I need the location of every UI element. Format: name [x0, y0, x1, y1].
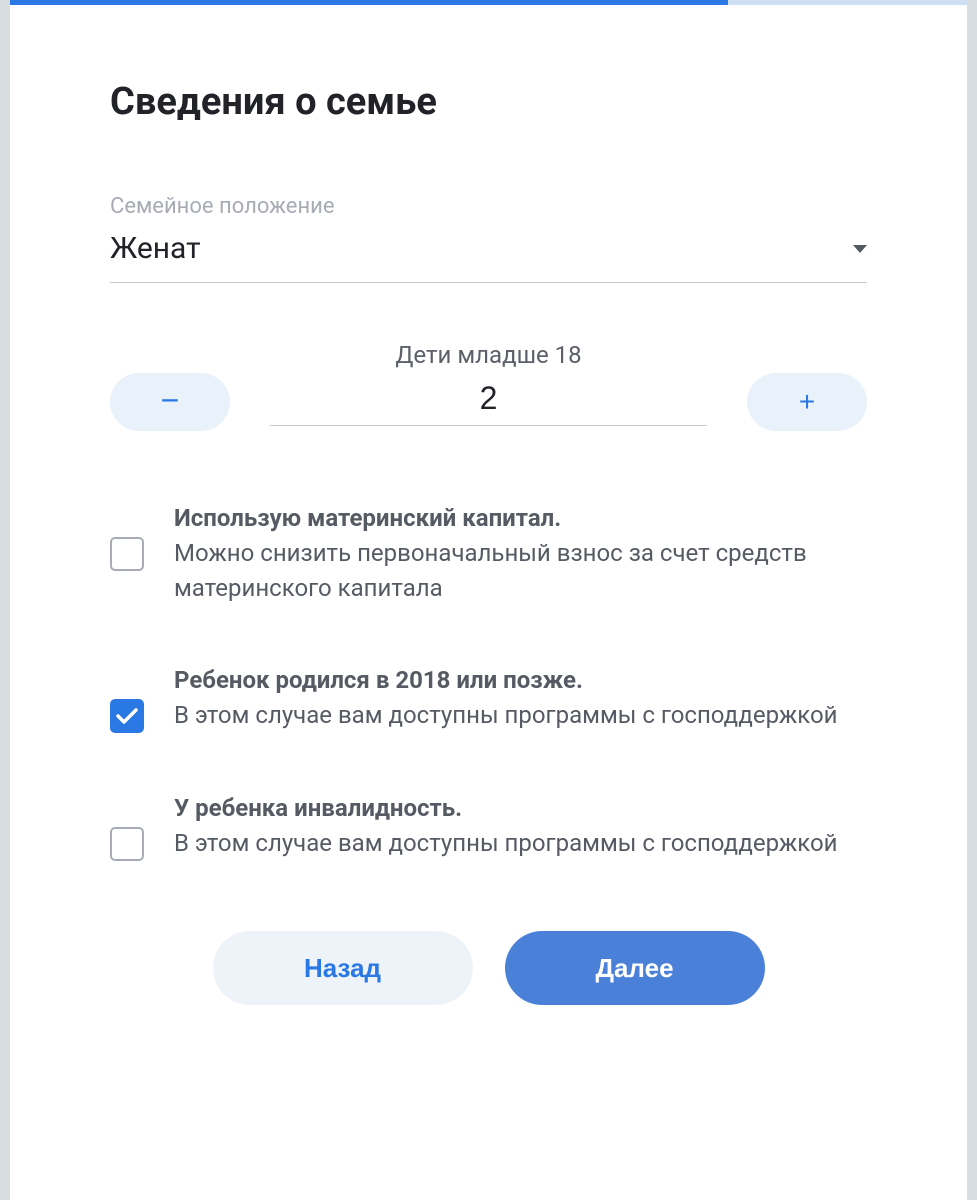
stepper-minus-button[interactable]: −	[110, 373, 230, 431]
form-card: Сведения о семье Семейное положение Жена…	[10, 0, 967, 1200]
form-content: Сведения о семье Семейное положение Жена…	[10, 0, 967, 1005]
back-button[interactable]: Назад	[213, 931, 473, 1005]
checkbox-child-disability[interactable]	[110, 827, 144, 861]
stepper-plus-button[interactable]: +	[747, 373, 867, 431]
option-title: Использую материнский капитал.	[174, 504, 561, 532]
option-desc: Можно снизить первоначальный взнос за сч…	[174, 539, 807, 602]
progress-fill	[10, 0, 728, 5]
check-icon	[116, 707, 138, 725]
marital-status-field: Семейное положение Женат	[110, 194, 867, 283]
next-button[interactable]: Далее	[505, 931, 765, 1005]
children-stepper: Дети младше 18 − +	[110, 341, 867, 431]
option-maternity-capital[interactable]: Использую материнский капитал. Можно сни…	[110, 501, 867, 605]
option-text: Использую материнский капитал. Можно сни…	[174, 501, 867, 605]
children-value-wrap	[270, 378, 707, 426]
checkbox-child-born-2018[interactable]	[110, 699, 144, 733]
caret-down-icon	[853, 245, 867, 253]
option-child-born-2018[interactable]: Ребенок родился в 2018 или позже. В этом…	[110, 663, 867, 733]
marital-status-select[interactable]: Женат	[110, 231, 867, 283]
marital-status-value: Женат	[110, 231, 201, 266]
options-list: Использую материнский капитал. Можно сни…	[110, 501, 867, 861]
marital-status-label: Семейное положение	[110, 194, 867, 219]
page-title: Сведения о семье	[110, 80, 867, 124]
option-text: У ребенка инвалидность. В этом случае ва…	[174, 791, 838, 861]
progress-bar	[10, 0, 967, 5]
option-desc: В этом случае вам доступны программы с г…	[174, 829, 838, 857]
checkbox-maternity-capital[interactable]	[110, 537, 144, 571]
children-label: Дети младше 18	[110, 341, 867, 369]
option-desc: В этом случае вам доступны программы с г…	[174, 701, 838, 729]
option-title: Ребенок родился в 2018 или позже.	[174, 666, 583, 694]
footer-buttons: Назад Далее	[110, 931, 867, 1005]
children-count-input[interactable]	[270, 380, 707, 417]
option-text: Ребенок родился в 2018 или позже. В этом…	[174, 663, 838, 733]
option-child-disability[interactable]: У ребенка инвалидность. В этом случае ва…	[110, 791, 867, 861]
option-title: У ребенка инвалидность.	[174, 794, 462, 822]
